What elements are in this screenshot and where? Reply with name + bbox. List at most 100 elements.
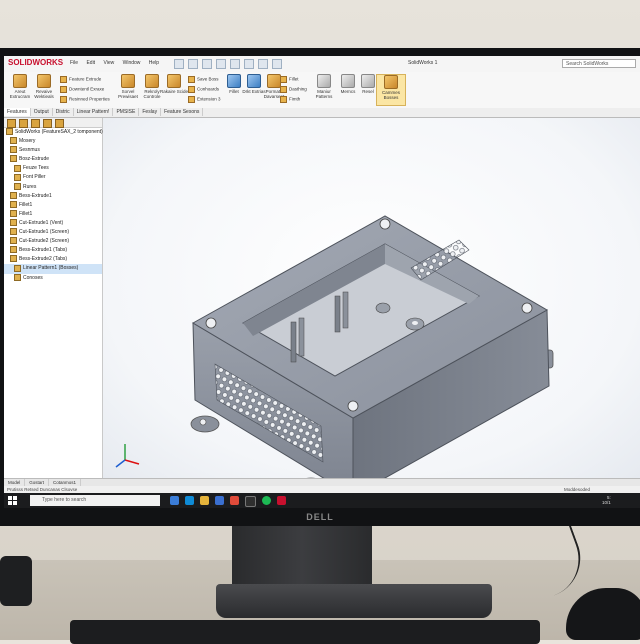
loft-icon — [145, 74, 159, 88]
graphics-viewport[interactable] — [103, 118, 640, 497]
pattern-icon — [267, 74, 281, 88]
mail-icon[interactable] — [215, 496, 224, 505]
dim-expert-icon[interactable] — [43, 119, 52, 128]
print-icon[interactable] — [216, 59, 226, 69]
feature-manager-tree: SolidWorks (FeatureSAX_2 tomponent) Mose… — [4, 118, 103, 478]
tab-model[interactable]: Model — [4, 479, 26, 486]
revolve-button[interactable]: Revaive Wektieals — [30, 74, 58, 104]
search-input[interactable]: Search SolidWorks — [562, 59, 636, 68]
plane-icon — [14, 164, 21, 172]
spotify-icon[interactable] — [262, 496, 271, 505]
boss-hole — [412, 321, 418, 325]
menu-help[interactable]: Help — [149, 60, 159, 66]
tree-item[interactable]: Fillet1 — [4, 200, 102, 210]
tab-gostart[interactable]: Gostart — [25, 479, 50, 486]
tree-item[interactable]: Cut-Extrude1 (Vent) — [4, 219, 102, 228]
linear-pattern-icon — [14, 264, 21, 272]
cut-feature-icon — [10, 219, 17, 227]
menu-edit[interactable]: Edit — [86, 60, 95, 66]
taskbar-search-input[interactable]: Type here to search — [30, 495, 160, 506]
standoff-post-3 — [334, 295, 341, 333]
tree-item[interactable]: Cut-Estrude2 (Screen) — [4, 237, 102, 246]
ribbon-fillet[interactable]: Fillet — [280, 76, 299, 83]
tree-item[interactable]: Rures — [4, 182, 102, 192]
boundary-icon — [167, 74, 181, 88]
tree-item[interactable]: Conoses — [4, 273, 102, 283]
ribbon-save-boss[interactable]: Save Boss — [188, 76, 219, 83]
store-icon[interactable] — [245, 496, 256, 507]
rebuild-icon[interactable] — [258, 59, 268, 69]
ribbon-conhoards[interactable]: Conhoards — [188, 86, 219, 93]
standoff-post-2 — [298, 317, 305, 357]
ribbon-dasthing[interactable]: Dasthing — [280, 86, 307, 93]
standoff-post-1 — [290, 321, 297, 363]
configuration-manager-icon[interactable] — [31, 119, 40, 128]
tree-item[interactable]: Fillet1 — [4, 210, 102, 219]
tree-item[interactable]: Mosery — [4, 137, 102, 146]
tree-item[interactable]: Sesnmus — [4, 146, 102, 155]
select-icon[interactable] — [244, 59, 254, 69]
keyboard — [70, 620, 540, 644]
edge-icon[interactable] — [185, 496, 194, 505]
new-file-icon[interactable] — [174, 59, 184, 69]
taskbar-apps — [170, 496, 286, 507]
options-icon[interactable] — [272, 59, 282, 69]
plane-icon — [14, 182, 21, 190]
monitor-stand-base — [216, 584, 492, 618]
property-manager-icon[interactable] — [19, 119, 28, 128]
tree-root[interactable]: SolidWorks (FeatureSAX_2 tomponent) — [4, 128, 103, 137]
tree-item[interactable]: Linear Pattern1 (Bosses) — [4, 264, 102, 274]
status-text: Prutisss Retsed Duncanas Clsovse — [7, 487, 78, 492]
extrude-feature-icon — [10, 246, 17, 254]
plane-icon — [14, 173, 21, 181]
windows-start-icon[interactable] — [8, 496, 17, 505]
monitor-stand-neck — [232, 522, 372, 590]
solidworks-taskbar-icon[interactable] — [277, 496, 286, 505]
task-view-icon[interactable] — [170, 496, 179, 505]
tab-feslay[interactable]: Feslay — [139, 108, 162, 116]
ribbon-resinned-properties[interactable]: Resinned Properties — [60, 96, 110, 103]
feature-manager-icon[interactable] — [7, 119, 16, 128]
tab-pmsise[interactable]: PMSISE — [113, 108, 140, 116]
windows-taskbar: Type here to search 5: 10/1 — [4, 493, 640, 508]
draft-icon — [247, 74, 261, 88]
open-file-icon[interactable] — [188, 59, 198, 69]
undo-icon[interactable] — [230, 59, 240, 69]
chrome-icon[interactable] — [230, 496, 239, 505]
extrude-icon — [13, 74, 27, 88]
ribbon-fimth[interactable]: Fimth — [280, 96, 300, 103]
tab-features[interactable]: Features — [4, 108, 31, 116]
boundary-button[interactable]: Rakaire Scide — [160, 74, 188, 104]
tab-cotanmos[interactable]: Cotanmos1 — [49, 479, 82, 486]
save-icon[interactable] — [202, 59, 212, 69]
enclosure-model[interactable] — [103, 118, 640, 497]
tree-item[interactable]: Bess-Extrude2 (Tabs) — [4, 255, 102, 264]
ribbon-extension[interactable]: Extension 3 — [188, 96, 221, 103]
ribbon-downtentl-exraxe[interactable]: Downtentl Exraxe — [60, 86, 104, 93]
cut-feature-icon — [10, 228, 17, 236]
system-clock[interactable]: 5: 10/1 — [602, 495, 611, 505]
tree-item[interactable]: Feuze Tees — [4, 164, 102, 173]
tree-item[interactable]: Cut-Estrude1 (Screen) — [4, 228, 102, 237]
tree-item[interactable]: Bosz-Estrude — [4, 155, 102, 164]
ribbon-feature-extrude[interactable]: Feature Extrude — [60, 76, 101, 83]
tree-item[interactable]: Bess-Extrude1 (Tabs) — [4, 246, 102, 255]
curves-icon — [361, 74, 375, 88]
menu-file[interactable]: File — [70, 60, 78, 66]
title-bar: SOLIDWORKS File Edit View Window Help So… — [4, 56, 640, 73]
part-icon — [6, 128, 13, 136]
tab-feature-sesons[interactable]: Feature Sesons — [161, 108, 204, 116]
display-manager-icon[interactable] — [55, 119, 64, 128]
tree-item[interactable]: Bess-Extrude1 — [4, 191, 102, 201]
tree-item[interactable]: Font Piller — [4, 173, 102, 182]
screen: SOLIDWORKS File Edit View Window Help So… — [4, 56, 640, 508]
menu-view[interactable]: View — [103, 60, 114, 66]
file-explorer-icon[interactable] — [200, 496, 209, 505]
instant3d-button[interactable]: Cammes Bosses — [376, 74, 406, 106]
menu-window[interactable]: Window — [123, 60, 141, 66]
tab-output[interactable]: Output — [31, 108, 53, 116]
tab-linear-pattern[interactable]: Linear Pattern! — [74, 108, 114, 116]
instant3d-icon — [384, 75, 398, 89]
command-tabs: Features Output Distric Linear Pattern! PMSI… — [4, 108, 640, 118]
tab-distric[interactable]: Distric — [53, 108, 74, 116]
